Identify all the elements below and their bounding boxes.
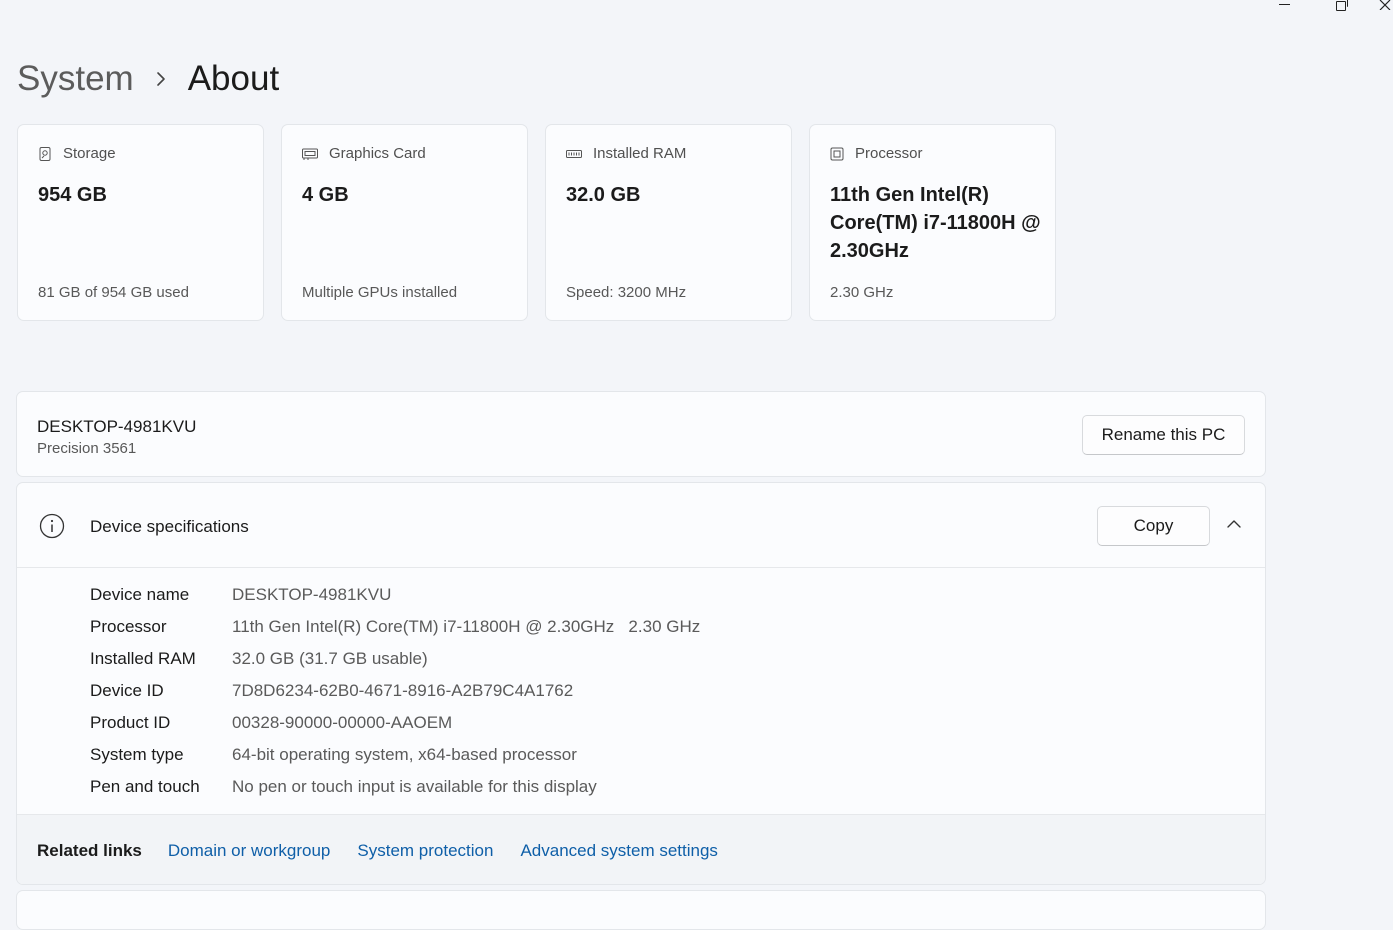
link-domain-or-workgroup[interactable]: Domain or workgroup [168,841,331,861]
device-specifications-title: Device specifications [90,517,249,536]
spec-value: No pen or touch input is available for t… [232,777,597,796]
ram-icon [566,147,582,161]
card-value: 4 GB [302,184,349,206]
close-icon[interactable] [1371,0,1393,14]
graphics-card-card[interactable]: Graphics Card 4 GB Multiple GPUs install… [281,124,528,321]
spec-label: Product ID [90,713,171,732]
spec-row-system-type: System type 64-bit operating system, x64… [90,739,700,771]
spec-label: Device ID [90,681,164,700]
card-title: Installed RAM [593,145,687,162]
installed-ram-card[interactable]: Installed RAM 32.0 GB Speed: 3200 MHz [545,124,792,321]
page-title: About [187,59,280,98]
chevron-right-icon [134,71,188,87]
chevron-up-icon[interactable] [1226,516,1242,532]
storage-card[interactable]: Storage 954 GB 81 GB of 954 GB used [17,124,264,321]
spec-row-device-id: Device ID 7D8D6234-62B0-4671-8916-A2B79C… [90,675,700,707]
related-links-label: Related links [37,841,142,860]
card-title: Graphics Card [329,145,426,162]
spec-value: 11th Gen Intel(R) Core(TM) i7-11800H @ 2… [232,617,701,636]
spec-value: DESKTOP-4981KVU [232,585,392,604]
info-icon [39,513,65,539]
card-footer: Multiple GPUs installed [302,284,458,301]
pc-name-panel: DESKTOP-4981KVU Precision 3561 Rename th… [16,391,1266,477]
pc-name: DESKTOP-4981KVU [37,417,197,436]
processor-card[interactable]: Processor 11th Gen Intel(R) Core(TM) i7-… [809,124,1056,321]
spec-label: Installed RAM [90,649,196,668]
card-footer: 81 GB of 954 GB used [38,284,189,301]
card-footer: Speed: 3200 MHz [566,284,687,301]
spec-label: Pen and touch [90,777,200,796]
spec-label: Device name [90,585,190,604]
card-value: 11th Gen Intel(R) Core(TM) i7-11800H @ 2… [830,184,1041,262]
spec-rows: Device name DESKTOP-4981KVU Processor 11… [90,579,700,803]
card-title: Storage [63,145,116,162]
processor-icon [830,147,844,161]
spec-label: Processor [90,617,167,636]
card-footer: 2.30 GHz [830,284,894,301]
spec-cards: Storage 954 GB 81 GB of 954 GB used Grap… [17,124,1056,321]
graphics-card-icon [302,147,318,161]
card-value: 32.0 GB [566,184,641,206]
related-links: Related links Domain or workgroup System… [17,814,1265,884]
spec-value: 64-bit operating system, x64-based proce… [232,745,577,764]
spec-value: 32.0 GB (31.7 GB usable) [232,649,428,668]
link-advanced-system-settings[interactable]: Advanced system settings [520,841,717,861]
restore-icon[interactable] [1314,0,1371,14]
window-controls [1257,0,1393,14]
card-value: 954 GB [38,184,107,206]
spec-row-pen-and-touch: Pen and touch No pen or touch input is a… [90,771,700,803]
minimize-icon[interactable] [1257,0,1314,14]
spec-value: 00328-90000-00000-AAOEM [232,713,453,732]
storage-icon [38,146,52,161]
spec-row-installed-ram: Installed RAM 32.0 GB (31.7 GB usable) [90,643,700,675]
pc-model: Precision 3561 [37,440,137,457]
card-title: Processor [855,145,923,162]
next-section-panel [16,890,1266,930]
spec-value: 7D8D6234-62B0-4671-8916-A2B79C4A1762 [232,681,574,700]
rename-pc-button[interactable]: Rename this PC [1082,415,1245,455]
spec-row-device-name: Device name DESKTOP-4981KVU [90,579,700,611]
link-system-protection[interactable]: System protection [357,841,493,861]
device-specifications-panel: Device specifications Copy Device name D… [16,482,1266,885]
spec-label: System type [90,745,184,764]
breadcrumb: System About [17,55,279,103]
spec-row-processor: Processor 11th Gen Intel(R) Core(TM) i7-… [90,611,700,643]
spec-row-product-id: Product ID 00328-90000-00000-AAOEM [90,707,700,739]
copy-button[interactable]: Copy [1097,506,1210,546]
device-specifications-header[interactable]: Device specifications Copy [17,483,1265,568]
breadcrumb-system[interactable]: System [17,55,134,103]
